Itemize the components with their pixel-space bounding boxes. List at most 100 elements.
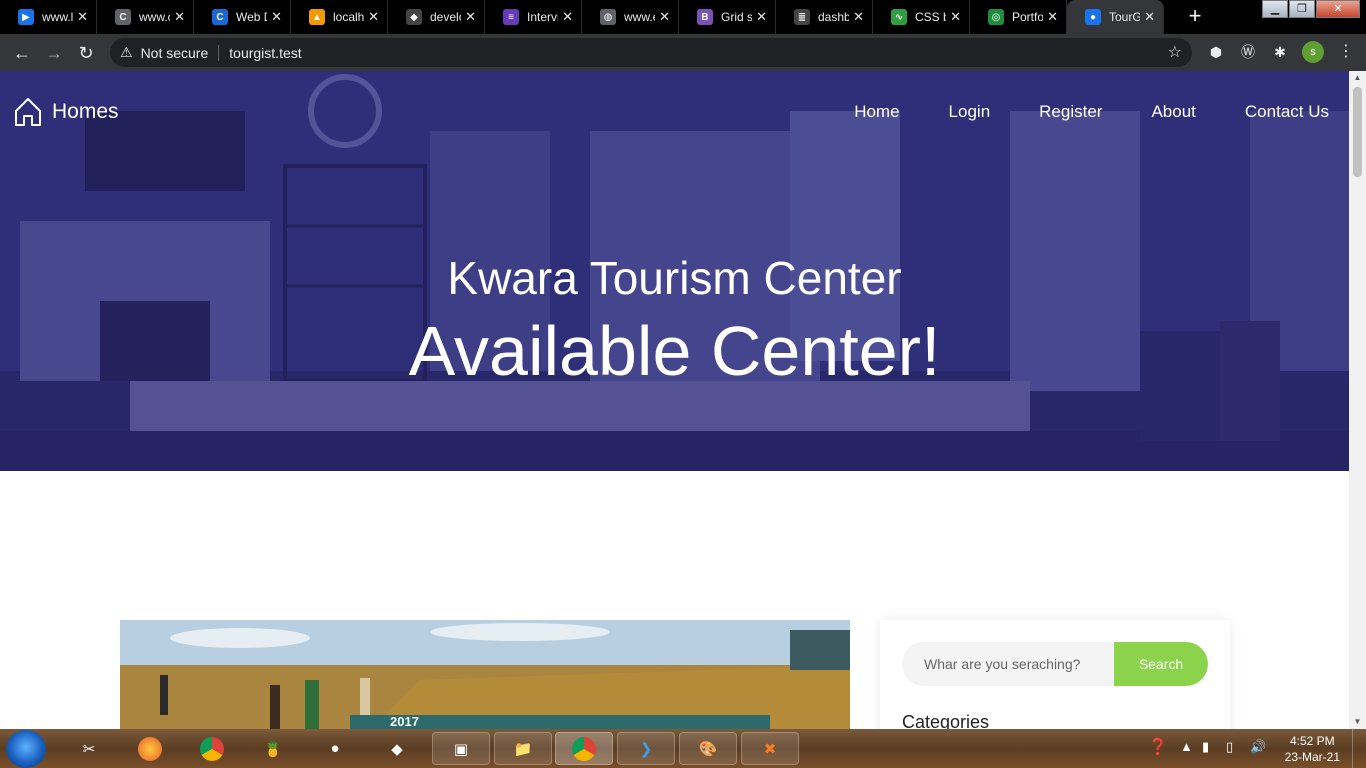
home-icon [15,98,41,126]
brand-logo[interactable]: Homes [14,97,119,127]
browser-tab[interactable]: ▶ www.l ✕ [0,0,97,34]
system-clock[interactable]: 4:52 PM 23-Mar-21 [1285,733,1340,765]
gimp-icon[interactable]: ● [318,732,352,765]
nav-contact-us[interactable]: Contact Us [1245,102,1329,122]
bookmark-star-icon[interactable]: ☆ [1168,42,1182,62]
feature-image[interactable]: 2017 [120,620,850,729]
extension-w-icon[interactable]: Ⓦ [1238,42,1258,62]
nav-home[interactable]: Home [854,102,899,122]
tab-close-icon[interactable]: ✕ [368,9,379,25]
browser-tab[interactable]: ▲ localh ✕ [291,0,388,34]
fruit-icon[interactable]: 🍍 [256,732,290,765]
stone-icon[interactable]: ◆ [380,732,414,765]
tab-title: localh [333,10,365,24]
tab-close-icon[interactable]: ✕ [1144,9,1155,25]
warning-icon: ⚠ [120,44,133,60]
tab-title: Web D [236,10,267,24]
browser-menu-icon[interactable]: ⋮ [1338,41,1354,61]
address-bar[interactable]: ⚠ Not secure tourgist.test ☆ [110,38,1192,67]
nav-login[interactable]: Login [949,102,991,122]
chrome-active-icon[interactable] [555,732,613,765]
tab-title: www.e [624,10,655,24]
paint-icon[interactable]: ✂ [72,732,106,765]
feature-photo: 2017 [120,620,850,729]
network-signal-icon[interactable]: ▮ [1202,739,1209,755]
browser-tab[interactable]: Cwww.c ✕ [97,0,194,34]
tray-expand-icon[interactable]: ▲ [1180,739,1193,754]
tab-favicon-icon: B [697,9,713,25]
close-window-button[interactable]: ✕ [1316,0,1360,18]
tab-favicon-icon: C [212,9,228,25]
security-label: Not secure [140,44,209,61]
tab-close-icon[interactable]: ✕ [174,9,185,25]
search-input[interactable] [902,642,1114,686]
page-scrollbar[interactable]: ▲ ▼ [1349,71,1366,729]
tab-title: Intervi [527,10,559,24]
tab-favicon-icon: ≡ [503,9,519,25]
maximize-button[interactable]: ❐ [1289,0,1315,18]
tab-close-icon[interactable]: ✕ [271,9,282,25]
vscode-icon[interactable]: ❯ [617,732,675,765]
tab-favicon-icon: ≣ [794,9,810,25]
tab-close-icon[interactable]: ✕ [659,9,670,25]
window-controls: ▁ ❐ ✕ [1261,0,1360,18]
url-text[interactable]: tourgist.test [229,45,301,61]
main-nav: Home Login Register About Contact Us [805,102,1329,122]
reload-icon[interactable]: ↻ [74,41,98,65]
clock-date: 23-Mar-21 [1284,750,1340,764]
virtualbox-icon[interactable]: ▣ [432,732,490,765]
tab-close-icon[interactable]: ✕ [853,9,864,25]
tab-close-icon[interactable]: ✕ [77,9,88,25]
browser-tab[interactable]: ◍ www.e ✕ [582,0,679,34]
forward-icon[interactable]: → [42,41,66,65]
tab-title: www.l [42,10,74,24]
extension-cube-icon[interactable]: ⬢ [1206,42,1226,62]
scroll-down-icon[interactable]: ▼ [1349,715,1366,729]
nav-about[interactable]: About [1151,102,1195,122]
browser-tab[interactable]: ● TourG ✕ [1067,0,1164,34]
browser-tab[interactable]: ≣ dashb ✕ [776,0,873,34]
tab-close-icon[interactable]: ✕ [465,9,476,25]
nav-register[interactable]: Register [1039,102,1102,122]
omnibox-divider [218,44,220,61]
tab-close-icon[interactable]: ✕ [562,9,573,25]
firefox-icon[interactable] [133,732,167,765]
tab-close-icon[interactable]: ✕ [756,9,767,25]
volume-icon[interactable]: 🔊 [1250,739,1266,755]
clock-time: 4:52 PM [1289,734,1335,748]
start-button[interactable] [6,730,46,768]
xampp-icon[interactable]: ✖ [741,732,799,765]
search-form: Search [902,642,1208,686]
back-icon[interactable]: ← [10,41,34,65]
explorer-icon[interactable]: 📁 [494,732,552,765]
extensions-puzzle-icon[interactable]: ✱ [1270,42,1290,62]
categories-heading: Categories [902,712,990,729]
tab-title: develo [430,10,461,24]
tab-favicon-icon: ● [1085,9,1101,25]
browser-tab[interactable]: ◎ Portfo ✕ [970,0,1067,34]
tab-title: CSS b [915,10,946,24]
browser-tab[interactable]: ◆ develo ✕ [388,0,485,34]
paint-palette-icon[interactable]: 🎨 [679,732,737,765]
battery-icon[interactable]: ▯ [1226,739,1233,755]
tab-close-icon[interactable]: ✕ [950,9,961,25]
new-tab-button[interactable]: + [1181,4,1209,30]
help-icon[interactable]: ❓ [1148,737,1168,757]
tab-title: Portfo [1012,10,1044,24]
chrome-icon[interactable] [195,732,229,765]
tab-favicon-icon: C [115,9,131,25]
search-button[interactable]: Search [1114,642,1208,686]
browser-tab[interactable]: B Grid s ✕ [679,0,776,34]
hero-title: Available Center! [408,312,941,390]
browser-tab[interactable]: C Web D ✕ [194,0,291,34]
scroll-up-icon[interactable]: ▲ [1349,71,1366,85]
tab-close-icon[interactable]: ✕ [1047,9,1058,25]
scroll-thumb[interactable] [1353,87,1362,177]
tab-favicon-icon: ▶ [18,9,34,25]
show-desktop-button[interactable] [1352,729,1366,768]
tab-title: www.c [139,10,170,24]
browser-tab[interactable]: ≡ Intervi ✕ [485,0,582,34]
profile-avatar[interactable]: s [1302,41,1324,63]
browser-tab[interactable]: ∿ CSS b ✕ [873,0,970,34]
minimize-button[interactable]: ▁ [1262,0,1288,18]
